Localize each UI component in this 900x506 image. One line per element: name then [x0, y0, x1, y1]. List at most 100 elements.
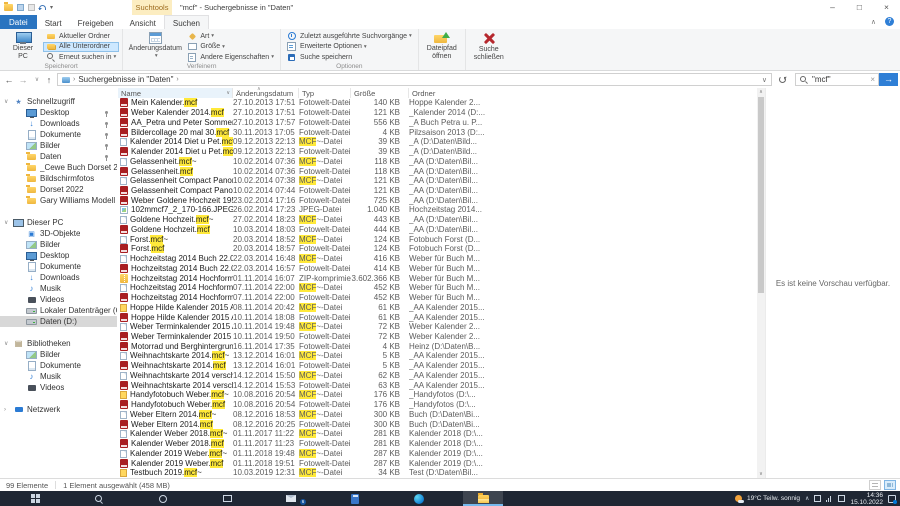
file-row[interactable]: Kalender Weber 2018.mcf01.11.2017 11:23F… [118, 439, 757, 449]
file-row[interactable]: Hochzeitstag 2014 Hochformat_mcf-D...01.… [118, 273, 757, 283]
forward-button[interactable]: → [16, 71, 30, 88]
dieser-pc-button[interactable]: Dieser PC [3, 30, 43, 60]
clear-search-icon[interactable]: × [870, 75, 875, 84]
art-button[interactable]: Art ▾ [184, 31, 277, 42]
address-dropdown-icon[interactable]: ∨ [762, 76, 767, 84]
chevron-collapsed-icon[interactable]: › [4, 407, 13, 413]
sidebar-section-netzwerk[interactable]: ›Netzwerk [0, 404, 117, 415]
dateipfad-oeffnen-button[interactable]: Dateipfad öffnen [422, 30, 462, 60]
column-header-name[interactable]: Name ∨ [118, 88, 233, 98]
sidebar-item-cewe-buch-dorset-2022[interactable]: _Cewe Buch Dorset 2022 [0, 162, 117, 173]
minimize-button[interactable]: – [819, 0, 846, 15]
file-row[interactable]: Motorrad und Berghintergrund.mcf16.11.20… [118, 341, 757, 351]
refresh-icon[interactable] [779, 76, 786, 83]
alle-unterordner-button[interactable]: Alle Unterordner [43, 42, 119, 53]
chevron-expanded-icon[interactable]: ∨ [4, 219, 13, 226]
file-row[interactable]: Hochzeitstag 2014 Hochformat.mcf07.11.20… [118, 293, 757, 303]
sidebar-item-videos[interactable]: Videos [0, 294, 117, 305]
chevron-expanded-icon[interactable]: ∨ [4, 98, 13, 105]
details-view-button[interactable] [869, 480, 881, 490]
sidebar-item-daten[interactable]: Daten [0, 151, 117, 162]
hidden-icons-chevron-icon[interactable]: ∧ [805, 495, 809, 502]
sidebar-item-bildschirmfotos[interactable]: Bildschirmfotos [0, 173, 117, 184]
sidebar-section-dieser-pc[interactable]: ∨Dieser PC [0, 217, 117, 228]
file-row[interactable]: Weber Eltern 2014.mcf08.12.2016 20:25Fot… [118, 419, 757, 429]
sidebar-item-downloads[interactable]: Downloads [0, 118, 117, 129]
chevron-expanded-icon[interactable]: ∨ [4, 340, 13, 347]
file-row[interactable]: Weihnachtskarte 2014.mcf13.12.2014 16:01… [118, 361, 757, 371]
calculator-button[interactable] [335, 491, 375, 506]
crumb-separator-icon[interactable]: › [176, 76, 178, 83]
collapse-ribbon-icon[interactable]: ∧ [871, 18, 876, 26]
properties-icon[interactable] [17, 4, 24, 11]
tab-datei[interactable]: Datei [0, 15, 37, 29]
network-tray-icon[interactable] [826, 495, 833, 502]
aktueller-ordner-button[interactable]: Aktueller Ordner [43, 31, 119, 42]
up-button[interactable]: ↑ [42, 71, 56, 88]
file-row[interactable]: Weber Goldene Hochzeit 1954-2014.mcf23.0… [118, 195, 757, 205]
sidebar-item-downloads[interactable]: Downloads [0, 272, 117, 283]
cortana-button[interactable] [143, 491, 183, 506]
file-row[interactable]: Weihnachtskarte 2014 verschieden.mcf14.1… [118, 380, 757, 390]
taskbar-clock[interactable]: 14:36 15.10.2022 [850, 492, 883, 506]
filter-chevron-icon[interactable]: ∨ [226, 90, 230, 96]
notification-center-icon[interactable] [888, 495, 896, 503]
file-row[interactable]: Testbuch 2019.mcf~10.03.2019 12:31MCF~-D… [118, 468, 757, 478]
taskbar-search-button[interactable] [79, 491, 119, 506]
file-row[interactable]: Forst.mcf~20.03.2014 18:52MCF~-Datei124 … [118, 234, 757, 244]
edge-button[interactable] [399, 491, 439, 506]
undo-icon[interactable] [39, 5, 46, 10]
file-row[interactable]: Hochzeitstag 2014 Buch 22.03.2014.mcf~22… [118, 254, 757, 264]
letzte-suchvorgaenge-button[interactable]: Zuletzt ausgeführte Suchvorgänge ▾ [284, 31, 415, 42]
keyboard-tray-icon[interactable] [838, 495, 845, 502]
file-row[interactable]: AA_Petra und Peter Sommer- und Wint...27… [118, 117, 757, 127]
file-row[interactable]: Hoppe Hilde Kalender 2015 A3 Termink...1… [118, 312, 757, 322]
weather-icon[interactable] [735, 495, 742, 502]
sidebar-item-3d-objekte[interactable]: 3D-Objekte [0, 228, 117, 239]
sidebar-item-videos[interactable]: Videos [0, 382, 117, 393]
tab-start[interactable]: Start [37, 15, 70, 29]
file-row[interactable]: Kalender 2014 Diet u Pet.mcf~09.12.2013 … [118, 137, 757, 147]
file-row[interactable]: Kalender Weber 2018.mcf~01.11.2017 11:22… [118, 429, 757, 439]
file-row[interactable]: Goldene Hochzeit.mcf10.03.2014 18:03Foto… [118, 225, 757, 235]
file-row[interactable]: Weber Kalender 2014.mcf27.10.2013 17:51F… [118, 108, 757, 118]
sidebar-item-dorset-2022[interactable]: Dorset 2022 [0, 184, 117, 195]
back-button[interactable]: ← [2, 71, 16, 88]
search-input[interactable]: "mcf" × [795, 73, 879, 86]
file-row[interactable]: Handyfotobuch Weber.mcf10.08.2016 20:54F… [118, 400, 757, 410]
sidebar-item-desktop[interactable]: Desktop [0, 250, 117, 261]
breadcrumb[interactable]: Suchergebnisse in "Daten" [78, 75, 173, 84]
file-row[interactable]: Hoppe Hilde Kalender 2015 A3 Termink...0… [118, 302, 757, 312]
sidebar-item-daten-d[interactable]: Daten (D:) [0, 316, 117, 327]
column-header-folder[interactable]: Ordner [409, 88, 757, 98]
sidebar-item-dokumente[interactable]: Dokumente [0, 129, 117, 140]
help-icon[interactable]: ? [885, 17, 894, 26]
sidebar-item-gary-williams-modell-engineer-vorl[interactable]: Gary Williams Modell Engineer Vorl [0, 195, 117, 206]
sidebar-item-bilder[interactable]: Bilder [0, 140, 117, 151]
sidebar-section-bibliotheken[interactable]: ∨Bibliotheken [0, 338, 117, 349]
file-row[interactable]: Gelassenheit Compact Panorama.mcf10.02.2… [118, 186, 757, 196]
start-button[interactable] [15, 491, 55, 506]
column-header-size[interactable]: Größe [351, 88, 409, 98]
search-go-button[interactable]: → [879, 73, 898, 86]
scroll-down-icon[interactable]: ∨ [757, 470, 765, 478]
file-explorer-button[interactable] [463, 491, 503, 506]
scrollbar-thumb[interactable] [758, 97, 764, 293]
suche-schliessen-button[interactable]: Suche schließen [469, 30, 509, 61]
file-row[interactable]: Weihnachtskarte 2014 verschieden.mcf~14.… [118, 371, 757, 381]
customize-toolbar-caret-icon[interactable]: ▾ [50, 4, 53, 11]
restore-button[interactable]: □ [846, 0, 873, 15]
sidebar-item-desktop[interactable]: Desktop [0, 107, 117, 118]
erweiterte-optionen-button[interactable]: Erweiterte Optionen ▾ [284, 42, 415, 53]
file-row[interactable]: Forst.mcf20.03.2014 18:57Fotowelt-Datei1… [118, 244, 757, 254]
file-row[interactable]: Hochzeitstag 2014 Buch 22.03.2014.mcf22.… [118, 263, 757, 273]
file-row[interactable]: Kalender 2019 Weber.mcf~01.11.2018 19:48… [118, 448, 757, 458]
column-header-date[interactable]: ∧ Änderungsdatum [233, 88, 299, 98]
security-tray-icon[interactable] [814, 495, 821, 502]
erneut-suchen-button[interactable]: Erneut suchen in ▾ [43, 52, 119, 63]
aenderungsdatum-button[interactable]: Änderungsdatum ▾ [126, 30, 184, 60]
weather-text[interactable]: 19°C Teilw. sonnig [747, 495, 800, 502]
sidebar-item-bilder[interactable]: Bilder [0, 349, 117, 360]
sidebar-item-bilder[interactable]: Bilder [0, 239, 117, 250]
file-row[interactable]: Mein Kalender.mcf27.10.2013 17:51Fotowel… [118, 98, 757, 108]
